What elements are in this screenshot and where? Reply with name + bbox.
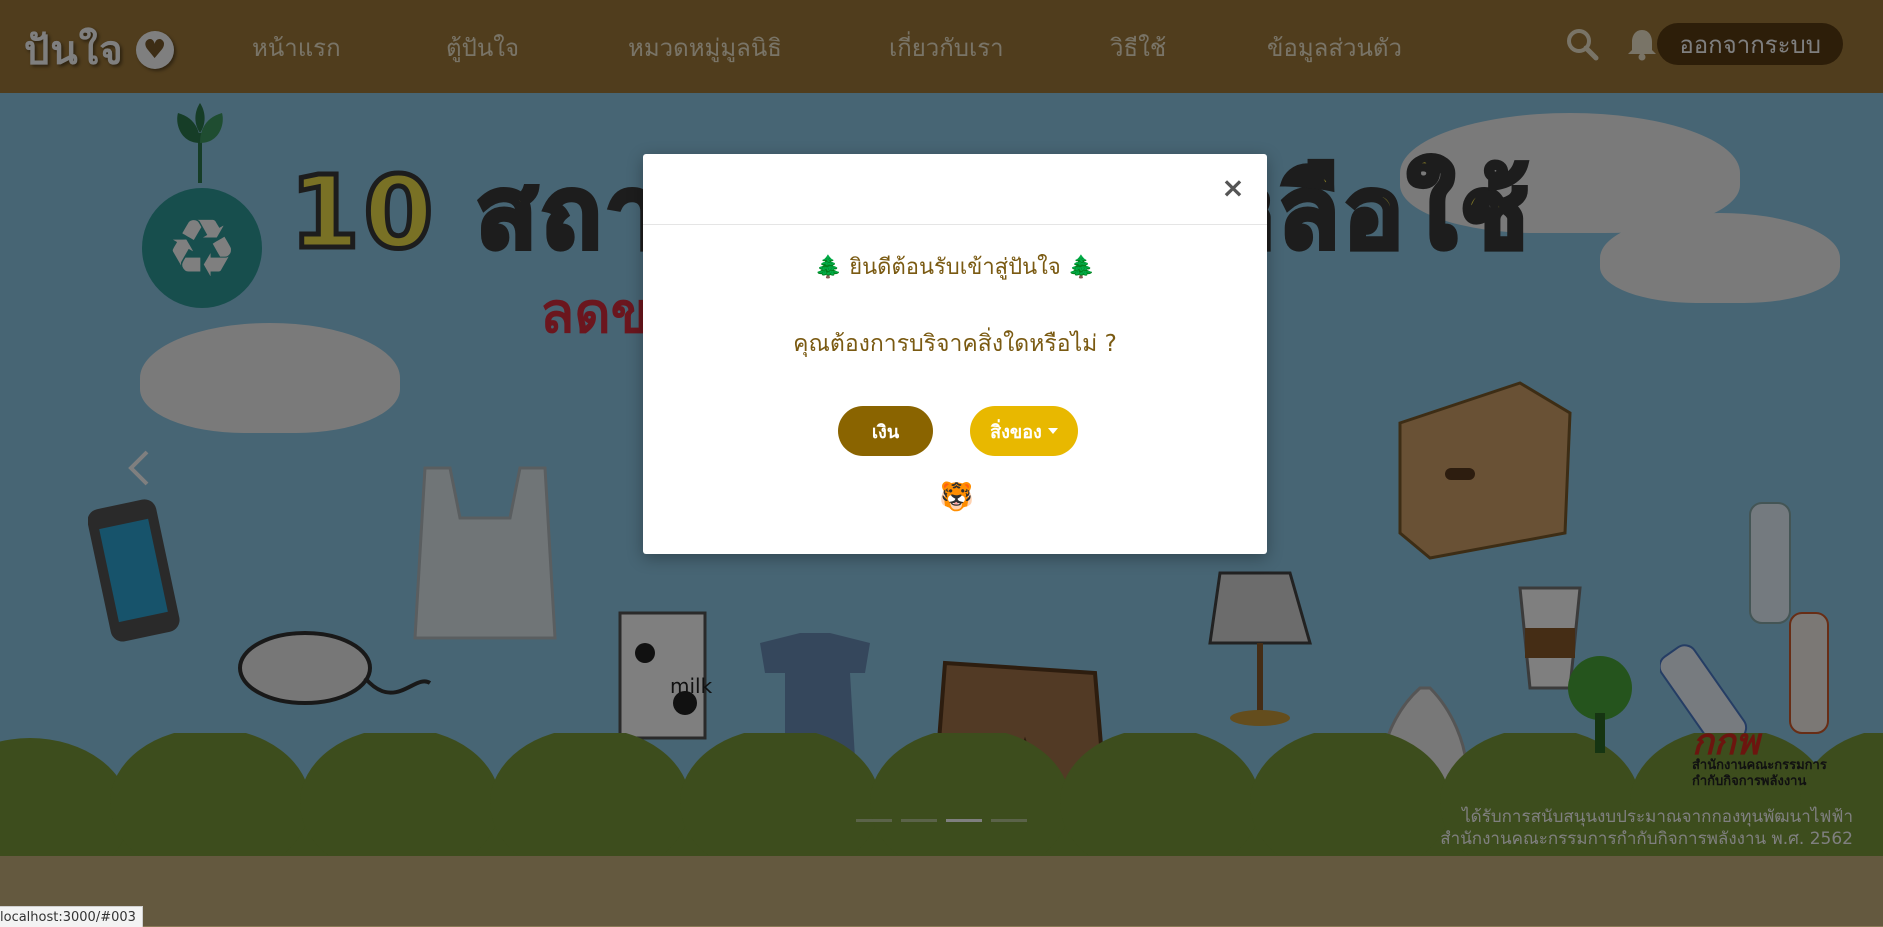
browser-status-url: localhost:3000/#003 [0, 906, 143, 927]
donation-question: คุณต้องการบริจาคสิ่งใดหรือไม่ ? [793, 331, 1117, 357]
welcome-message: 🌲 ยินดีต้อนรับเข้าสู่ปันใจ 🌲 [814, 255, 1096, 280]
modal-header: × [643, 154, 1267, 225]
tiger-emoji-icon: 🐯 [939, 480, 974, 513]
donate-money-button[interactable]: เงิน [838, 406, 933, 456]
close-icon[interactable]: × [1221, 174, 1245, 202]
caret-down-icon [1047, 428, 1058, 434]
donate-items-label: สิ่งของ [990, 421, 1042, 443]
donate-items-dropdown[interactable]: สิ่งของ [970, 406, 1078, 456]
donation-modal: × 🌲 ยินดีต้อนรับเข้าสู่ปันใจ 🌲 คุณต้องกา… [643, 154, 1267, 554]
